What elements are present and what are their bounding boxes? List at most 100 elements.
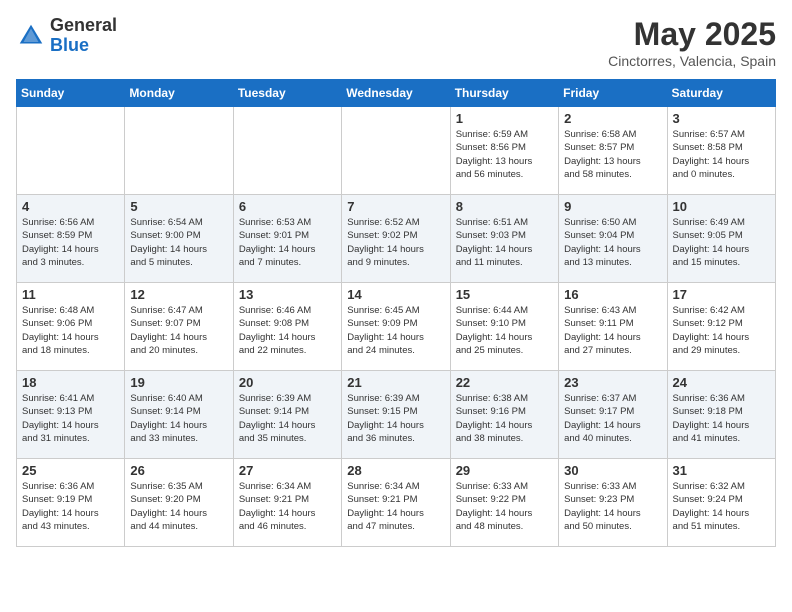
day-number: 21 (347, 375, 444, 390)
cell-content: Sunrise: 6:41 AMSunset: 9:13 PMDaylight:… (22, 392, 119, 445)
cell-content: Sunrise: 6:45 AMSunset: 9:09 PMDaylight:… (347, 304, 444, 357)
cell-content: Sunrise: 6:36 AMSunset: 9:18 PMDaylight:… (673, 392, 770, 445)
cell-line: and 50 minutes. (564, 520, 661, 533)
day-number: 28 (347, 463, 444, 478)
calendar-cell: 9 Sunrise: 6:50 AMSunset: 9:04 PMDaylight… (559, 195, 667, 283)
cell-line: Daylight: 14 hours (239, 331, 336, 344)
cell-line: Sunset: 9:05 PM (673, 229, 770, 242)
cell-line: Sunset: 9:17 PM (564, 405, 661, 418)
cell-line: Sunset: 9:14 PM (130, 405, 227, 418)
day-number: 31 (673, 463, 770, 478)
cell-line: Daylight: 14 hours (130, 243, 227, 256)
cell-content: Sunrise: 6:46 AMSunset: 9:08 PMDaylight:… (239, 304, 336, 357)
cell-line: Daylight: 14 hours (239, 243, 336, 256)
cell-content: Sunrise: 6:33 AMSunset: 9:22 PMDaylight:… (456, 480, 553, 533)
cell-line: Sunrise: 6:52 AM (347, 216, 444, 229)
cell-line: and 46 minutes. (239, 520, 336, 533)
cell-line: Sunrise: 6:32 AM (673, 480, 770, 493)
day-number: 16 (564, 287, 661, 302)
cell-content: Sunrise: 6:50 AMSunset: 9:04 PMDaylight:… (564, 216, 661, 269)
cell-line: Daylight: 14 hours (22, 419, 119, 432)
cell-content: Sunrise: 6:52 AMSunset: 9:02 PMDaylight:… (347, 216, 444, 269)
cell-line: and 38 minutes. (456, 432, 553, 445)
cell-line: and 20 minutes. (130, 344, 227, 357)
cell-line: and 43 minutes. (22, 520, 119, 533)
cell-line: Daylight: 14 hours (564, 419, 661, 432)
cell-line: Daylight: 13 hours (456, 155, 553, 168)
cell-line: Daylight: 14 hours (673, 155, 770, 168)
cell-content: Sunrise: 6:39 AMSunset: 9:14 PMDaylight:… (239, 392, 336, 445)
cell-content: Sunrise: 6:38 AMSunset: 9:16 PMDaylight:… (456, 392, 553, 445)
calendar-cell: 20Sunrise: 6:39 AMSunset: 9:14 PMDayligh… (233, 371, 341, 459)
cell-line: Sunset: 9:04 PM (564, 229, 661, 242)
day-number: 9 (564, 199, 661, 214)
calendar-cell: 8Sunrise: 6:51 AMSunset: 9:03 PMDaylight… (450, 195, 558, 283)
cell-line: Sunrise: 6:41 AM (22, 392, 119, 405)
calendar-cell: 29Sunrise: 6:33 AMSunset: 9:22 PMDayligh… (450, 459, 558, 547)
day-number: 13 (239, 287, 336, 302)
cell-line: and 11 minutes. (456, 256, 553, 269)
cell-line: and 56 minutes. (456, 168, 553, 181)
cell-line: Sunrise: 6:54 AM (130, 216, 227, 229)
calendar-header: SundayMondayTuesdayWednesdayThursdayFrid… (17, 80, 776, 107)
calendar-cell: 31Sunrise: 6:32 AMSunset: 9:24 PMDayligh… (667, 459, 775, 547)
calendar-cell: 24Sunrise: 6:36 AMSunset: 9:18 PMDayligh… (667, 371, 775, 459)
cell-line: Sunset: 9:12 PM (673, 317, 770, 330)
day-number: 12 (130, 287, 227, 302)
cell-line: Daylight: 14 hours (673, 331, 770, 344)
day-number: 30 (564, 463, 661, 478)
cell-line: Sunrise: 6:42 AM (673, 304, 770, 317)
calendar-cell: 14Sunrise: 6:45 AMSunset: 9:09 PMDayligh… (342, 283, 450, 371)
cell-line: Sunset: 9:21 PM (347, 493, 444, 506)
cell-line: and 24 minutes. (347, 344, 444, 357)
cell-content: Sunrise: 6:42 AMSunset: 9:12 PMDaylight:… (673, 304, 770, 357)
day-number: 10 (673, 199, 770, 214)
header-cell-thursday: Thursday (450, 80, 558, 107)
logo-text: General Blue (50, 16, 117, 56)
calendar-cell: 19Sunrise: 6:40 AMSunset: 9:14 PMDayligh… (125, 371, 233, 459)
cell-line: Daylight: 14 hours (564, 243, 661, 256)
day-number: 18 (22, 375, 119, 390)
calendar-cell: 26Sunrise: 6:35 AMSunset: 9:20 PMDayligh… (125, 459, 233, 547)
calendar-cell: 16 Sunrise: 6:43 AMSunset: 9:11 PMDayligh… (559, 283, 667, 371)
cell-line: and 44 minutes. (130, 520, 227, 533)
cell-content: Sunrise: 6:49 AMSunset: 9:05 PMDaylight:… (673, 216, 770, 269)
cell-content: Sunrise: 6:33 AMSunset: 9:23 PMDaylight:… (564, 480, 661, 533)
cell-line: and 7 minutes. (239, 256, 336, 269)
cell-content: Sunrise: 6:53 AMSunset: 9:01 PMDaylight:… (239, 216, 336, 269)
cell-content: Sunrise: 6:51 AMSunset: 9:03 PMDaylight:… (456, 216, 553, 269)
calendar-cell: 22Sunrise: 6:38 AMSunset: 9:16 PMDayligh… (450, 371, 558, 459)
cell-line: Sunset: 9:15 PM (347, 405, 444, 418)
cell-line: Sunset: 9:16 PM (456, 405, 553, 418)
header-cell-wednesday: Wednesday (342, 80, 450, 107)
calendar-cell: 6Sunrise: 6:53 AMSunset: 9:01 PMDaylight… (233, 195, 341, 283)
cell-line: Sunrise: 6:57 AM (673, 128, 770, 141)
cell-content: Sunrise: 6:34 AMSunset: 9:21 PMDaylight:… (347, 480, 444, 533)
calendar-cell: 21Sunrise: 6:39 AMSunset: 9:15 PMDayligh… (342, 371, 450, 459)
calendar-cell: 3Sunrise: 6:57 AMSunset: 8:58 PMDaylight… (667, 107, 775, 195)
cell-line: Daylight: 14 hours (239, 419, 336, 432)
cell-line: Daylight: 14 hours (673, 507, 770, 520)
cell-line: Daylight: 14 hours (456, 419, 553, 432)
week-row-0: 1Sunrise: 6:59 AMSunset: 8:56 PMDaylight… (17, 107, 776, 195)
cell-line: Daylight: 14 hours (456, 331, 553, 344)
cell-content: Sunrise: 6:43 AMSunset: 9:11 PMDaylight:… (564, 304, 661, 357)
calendar-cell: 10 Sunrise: 6:49 AMSunset: 9:05 PMDayligh… (667, 195, 775, 283)
day-number: 4 (22, 199, 119, 214)
cell-line: Sunrise: 6:53 AM (239, 216, 336, 229)
cell-line: Sunrise: 6:51 AM (456, 216, 553, 229)
cell-line: Sunset: 9:21 PM (239, 493, 336, 506)
calendar-cell: 13 Sunrise: 6:46 AMSunset: 9:08 PMDayligh… (233, 283, 341, 371)
calendar-cell (17, 107, 125, 195)
cell-line: Sunset: 9:06 PM (22, 317, 119, 330)
day-number: 17 (673, 287, 770, 302)
cell-line: Sunrise: 6:38 AM (456, 392, 553, 405)
cell-line: Sunrise: 6:50 AM (564, 216, 661, 229)
logo-icon (16, 21, 46, 51)
cell-line: Sunrise: 6:34 AM (347, 480, 444, 493)
cell-line: Sunset: 9:09 PM (347, 317, 444, 330)
day-number: 26 (130, 463, 227, 478)
calendar-cell: 1Sunrise: 6:59 AMSunset: 8:56 PMDaylight… (450, 107, 558, 195)
cell-line: and 33 minutes. (130, 432, 227, 445)
cell-line: and 36 minutes. (347, 432, 444, 445)
